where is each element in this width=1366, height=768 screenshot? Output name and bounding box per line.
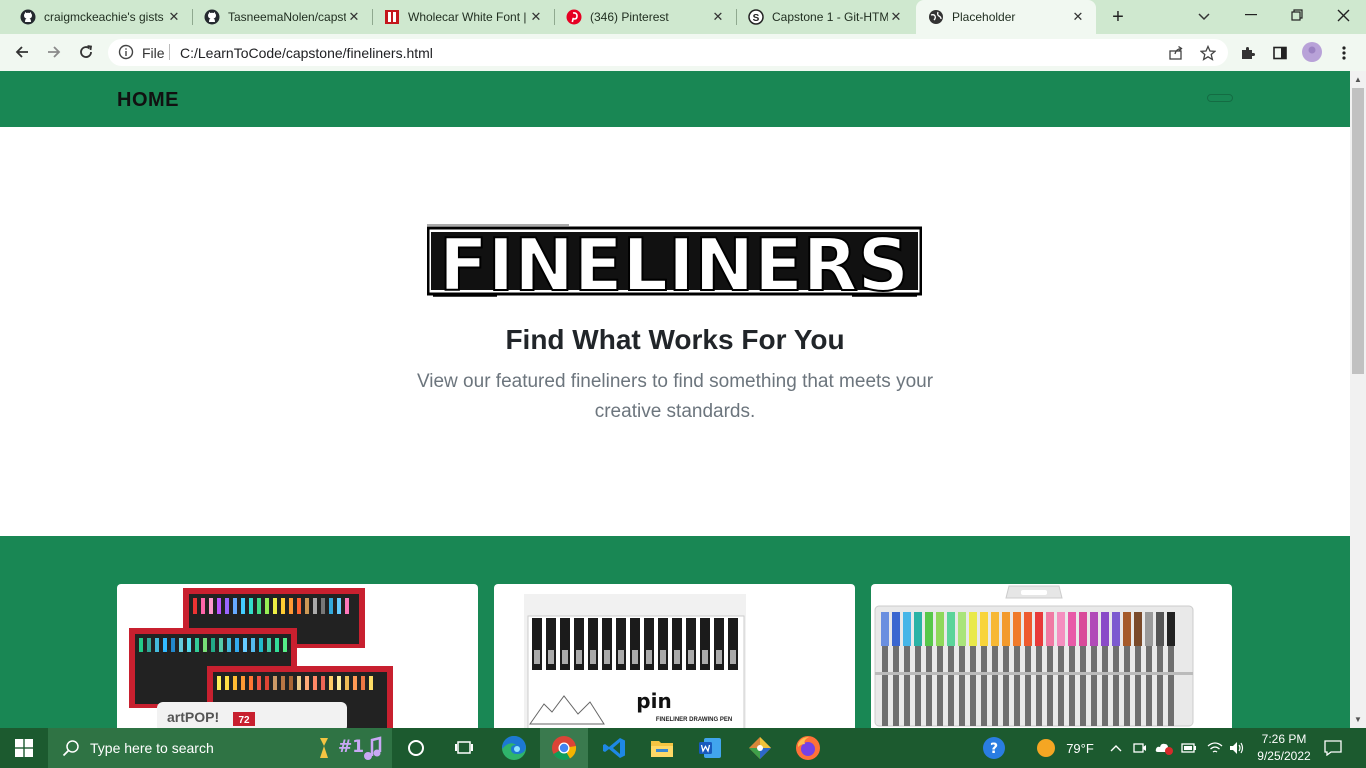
edge-icon[interactable] bbox=[490, 728, 538, 768]
pin-caption-text: FINELINER DRAWING PEN bbox=[656, 717, 732, 723]
address-url[interactable]: C:/LearnToCode/capstone/fineliners.html bbox=[180, 45, 433, 61]
tab-github-capstone[interactable]: TasneemaNolen/capstone ✕ bbox=[192, 0, 372, 34]
cortana-icon[interactable] bbox=[392, 728, 440, 768]
svg-text:S: S bbox=[753, 13, 760, 24]
chrome-icon[interactable] bbox=[540, 728, 588, 768]
profile-avatar[interactable] bbox=[1302, 42, 1322, 62]
close-icon[interactable]: ✕ bbox=[1070, 9, 1086, 25]
word-icon[interactable] bbox=[686, 728, 734, 768]
start-button[interactable] bbox=[0, 728, 48, 768]
battery-icon[interactable] bbox=[1180, 728, 1198, 768]
tab-title: Capstone 1 - Git-HTML bbox=[772, 10, 888, 24]
rainbow-fineliner-image bbox=[874, 585, 1194, 727]
wifi-icon[interactable] bbox=[1206, 728, 1224, 768]
new-tab-button[interactable]: + bbox=[1106, 5, 1130, 29]
firefox-icon[interactable] bbox=[784, 728, 832, 768]
scroll-down-arrow-icon[interactable]: ▼ bbox=[1352, 713, 1364, 725]
help-icon[interactable]: ? bbox=[980, 728, 1008, 768]
tab-title: Wholecar White Font | dafont bbox=[408, 10, 528, 24]
git-icon[interactable] bbox=[736, 728, 784, 768]
task-view-icon[interactable] bbox=[440, 728, 488, 768]
github-icon bbox=[204, 9, 220, 25]
product-card-pin[interactable]: pin FINELINER DRAWING PEN bbox=[494, 584, 855, 728]
info-icon[interactable] bbox=[118, 44, 134, 60]
svg-text:#1: #1 bbox=[338, 737, 364, 757]
hero-subtitle: View our featured fineliners to find som… bbox=[416, 371, 934, 422]
share-icon[interactable] bbox=[1166, 43, 1186, 63]
weather-sun-icon[interactable] bbox=[1034, 728, 1058, 768]
navbar-toggler-button[interactable] bbox=[1207, 94, 1233, 102]
tab-search-chevron-icon[interactable] bbox=[1193, 7, 1215, 27]
browser-tab-strip: craigmckeachie's gists ✕ TasneemaNolen/c… bbox=[0, 0, 1366, 34]
meet-now-icon[interactable] bbox=[1132, 728, 1148, 768]
close-icon[interactable]: ✕ bbox=[166, 9, 182, 25]
tab-title: (346) Pinterest bbox=[590, 10, 669, 24]
close-window-button[interactable] bbox=[1320, 0, 1366, 30]
tab-title: TasneemaNolen/capstone bbox=[228, 10, 346, 24]
web-page-viewport: HOME FINELINERS Find What Works For You … bbox=[0, 71, 1350, 728]
bookmark-star-icon[interactable] bbox=[1198, 43, 1218, 63]
windows-logo-icon bbox=[15, 739, 33, 757]
hero-title: Find What Works For You bbox=[505, 324, 845, 355]
s-logo-icon: S bbox=[748, 9, 764, 25]
search-icon bbox=[62, 740, 79, 757]
taskbar-clock[interactable]: 7:26 PM 9/25/2022 bbox=[1254, 731, 1314, 765]
product-card-artpop[interactable]: artPOP! 72 bbox=[117, 584, 478, 728]
windows-taskbar: Type here to search #1 ? 79°F 7:26 PM 9/… bbox=[0, 728, 1366, 768]
restore-window-button[interactable] bbox=[1274, 0, 1320, 30]
tray-overflow-chevron-icon[interactable] bbox=[1108, 728, 1124, 768]
clock-time: 7:26 PM bbox=[1261, 732, 1307, 746]
back-button[interactable] bbox=[9, 39, 35, 65]
tab-title: craigmckeachie's gists bbox=[44, 10, 164, 24]
close-icon[interactable]: ✕ bbox=[346, 9, 362, 25]
file-explorer-icon[interactable] bbox=[638, 728, 686, 768]
tab-dafont[interactable]: Wholecar White Font | dafont ✕ bbox=[372, 0, 554, 34]
site-navbar: HOME bbox=[0, 71, 1350, 127]
volume-icon[interactable] bbox=[1228, 728, 1246, 768]
side-panel-icon[interactable] bbox=[1270, 43, 1290, 63]
search-highlight-illustration-icon: #1 bbox=[314, 732, 388, 764]
artpop-count-badge: 72 bbox=[238, 715, 250, 726]
artpop-brand-text: artPOP! bbox=[167, 709, 219, 725]
tab-github-gists[interactable]: craigmckeachie's gists ✕ bbox=[8, 0, 192, 34]
tab-title: Placeholder bbox=[952, 10, 1016, 24]
scroll-up-arrow-icon[interactable]: ▲ bbox=[1352, 73, 1364, 85]
clock-date: 9/25/2022 bbox=[1257, 749, 1311, 763]
dafont-icon bbox=[384, 9, 400, 25]
pin-brand-text: pin bbox=[636, 689, 671, 713]
fineliners-logo-image: FINELINERS bbox=[426, 222, 923, 308]
globe-icon bbox=[928, 9, 944, 25]
svg-text:?: ? bbox=[990, 741, 998, 757]
tab-pinterest[interactable]: (346) Pinterest ✕ bbox=[554, 0, 736, 34]
pinterest-icon bbox=[566, 9, 582, 25]
minimize-window-button[interactable] bbox=[1228, 0, 1274, 30]
browser-menu-icon[interactable] bbox=[1334, 43, 1354, 63]
reload-button[interactable] bbox=[73, 39, 99, 65]
close-icon[interactable]: ✕ bbox=[888, 9, 904, 25]
taskbar-search-placeholder: Type here to search bbox=[90, 740, 214, 756]
product-cards-section: artPOP! 72 pin FINELINER DRAWING PEN bbox=[0, 536, 1350, 728]
onedrive-error-icon[interactable] bbox=[1154, 728, 1174, 768]
notifications-icon[interactable] bbox=[1320, 728, 1346, 768]
hero-section: FINELINERS Find What Works For You View … bbox=[0, 127, 1350, 536]
scrollbar-thumb[interactable] bbox=[1352, 88, 1364, 374]
close-icon[interactable]: ✕ bbox=[710, 9, 726, 25]
address-separator bbox=[169, 44, 170, 60]
logo-text: FINELINERS bbox=[439, 224, 909, 298]
product-card-rainbow[interactable] bbox=[871, 584, 1232, 728]
close-icon[interactable]: ✕ bbox=[528, 9, 544, 25]
extensions-puzzle-icon[interactable] bbox=[1238, 43, 1258, 63]
tab-capstone-git[interactable]: S Capstone 1 - Git-HTML ✕ bbox=[736, 0, 914, 34]
vscode-icon[interactable] bbox=[590, 728, 638, 768]
pin-fineliner-image: pin FINELINER DRAWING PEN bbox=[524, 594, 746, 728]
home-nav-link[interactable]: HOME bbox=[117, 89, 179, 112]
forward-button[interactable] bbox=[41, 39, 67, 65]
github-icon bbox=[20, 9, 36, 25]
tab-placeholder-active[interactable]: Placeholder ✕ bbox=[916, 0, 1096, 34]
address-scheme-label: File bbox=[142, 45, 165, 61]
artpop-fineliners-image: artPOP! 72 bbox=[129, 588, 393, 728]
weather-temperature[interactable]: 79°F bbox=[1060, 728, 1100, 768]
